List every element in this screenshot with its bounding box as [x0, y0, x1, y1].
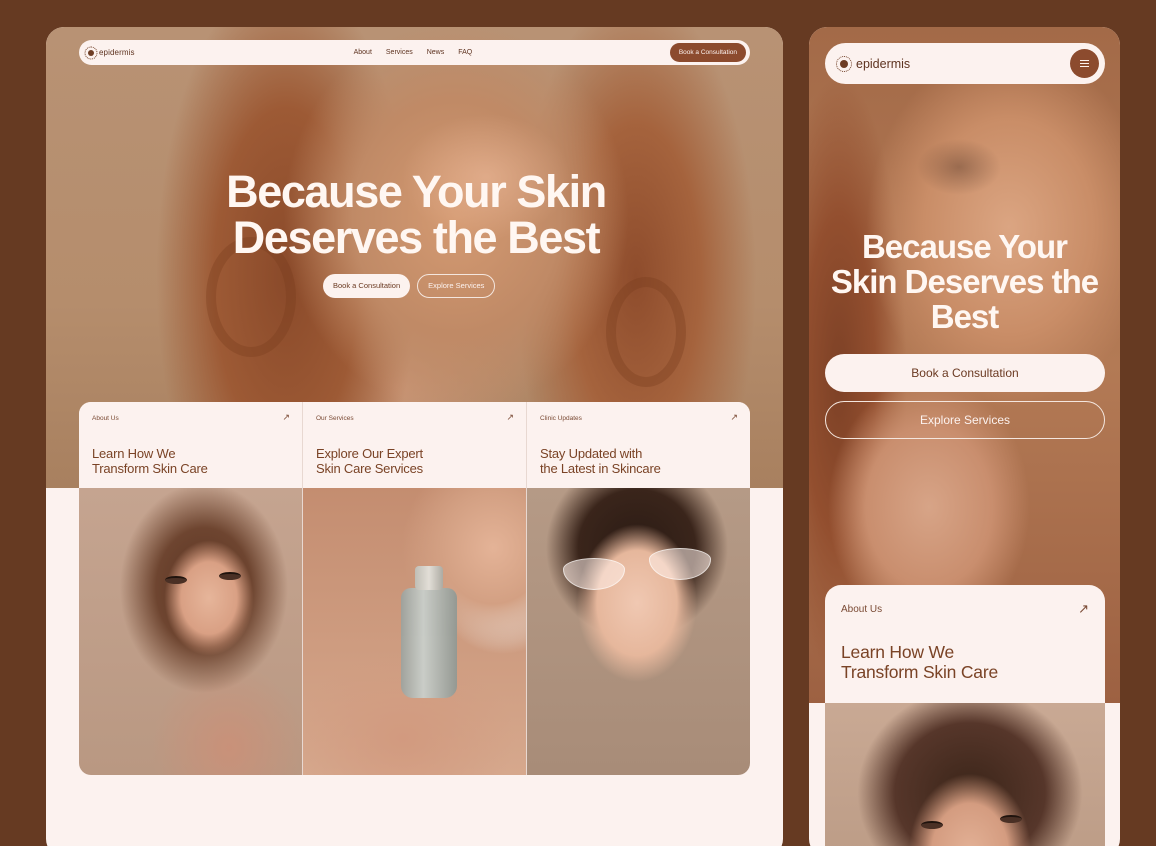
book-consultation-nav-button[interactable]: Book a Consultation — [669, 43, 746, 62]
book-consultation-button[interactable]: Book a Consultation — [323, 274, 411, 298]
card-title: Learn How We Transform Skin Care — [841, 642, 1081, 682]
card-photo — [79, 488, 302, 775]
nav-links: About Services News FAQ — [354, 49, 473, 56]
mobile-explore-services-button[interactable]: Explore Services — [825, 401, 1105, 439]
card-title-line-1: Stay Updated with — [540, 446, 643, 461]
nav-link-services[interactable]: Services — [386, 49, 413, 56]
hamburger-menu-icon — [1080, 63, 1089, 64]
card-clinic-updates[interactable]: Clinic Updates ↗ Stay Updated with the L… — [527, 402, 750, 775]
eye-detail — [219, 572, 241, 580]
card-photo — [825, 703, 1105, 846]
mobile-card-about-us[interactable]: About Us ↗ Learn How We Transform Skin C… — [825, 585, 1105, 846]
card-title-line-2: Skin Care Services — [316, 461, 423, 476]
card-title-line-1: Learn How We — [92, 446, 176, 461]
arrow-up-right-icon[interactable]: ↗ — [506, 412, 514, 423]
eye-detail — [165, 576, 187, 584]
arrow-up-right-icon[interactable]: ↗ — [1078, 601, 1089, 617]
mobile-book-consultation-button[interactable]: Book a Consultation — [825, 354, 1105, 392]
hair-decoration — [606, 277, 686, 387]
top-nav: epidermis About Services News FAQ Book a… — [79, 40, 750, 65]
brand-name: epidermis — [99, 48, 135, 57]
hero-title-line-1: Because Your Skin — [226, 166, 607, 217]
sun-logo-icon — [840, 59, 848, 68]
nav-link-about[interactable]: About — [354, 49, 372, 56]
card-photo — [303, 488, 526, 775]
serum-bottle — [401, 566, 457, 698]
card-title-line-1: Explore Our Expert — [316, 446, 423, 461]
card-label: About Us — [841, 604, 883, 615]
card-title: Learn How We Transform Skin Care — [92, 446, 272, 476]
eye-patch — [563, 558, 625, 590]
brand-name: epidermis — [856, 56, 911, 71]
eye-patch — [649, 548, 711, 580]
desktop-preview: epidermis About Services News FAQ Book a… — [46, 27, 783, 846]
mobile-hero-title: Because Your Skin Deserves the Best — [809, 229, 1120, 334]
arrow-up-right-icon[interactable]: ↗ — [730, 412, 738, 423]
feature-cards: About Us ↗ Learn How We Transform Skin C… — [79, 402, 750, 775]
hamburger-menu-icon — [1080, 60, 1089, 61]
card-title-line-2: the Latest in Skincare — [540, 461, 661, 476]
card-header: Our Services ↗ Explore Our Expert Skin C… — [303, 402, 526, 488]
card-our-services[interactable]: Our Services ↗ Explore Our Expert Skin C… — [303, 402, 527, 775]
hero-title-line-2: Deserves the Best — [232, 212, 601, 263]
card-title: Explore Our Expert Skin Care Services — [316, 446, 496, 476]
card-title-line-2: Transform Skin Care — [841, 662, 998, 682]
sun-logo-icon — [88, 49, 94, 56]
card-about-us[interactable]: About Us ↗ Learn How We Transform Skin C… — [79, 402, 303, 775]
hamburger-menu-icon — [1080, 66, 1089, 67]
brand-logo[interactable]: epidermis — [840, 57, 910, 71]
card-title-line-1: Learn How We — [841, 642, 955, 662]
card-header: Clinic Updates ↗ Stay Updated with the L… — [527, 402, 750, 488]
nav-link-news[interactable]: News — [427, 49, 445, 56]
arrow-up-right-icon[interactable]: ↗ — [282, 412, 290, 423]
mobile-hero-title-line-3: Best — [930, 298, 1000, 335]
hamburger-menu-button[interactable] — [1070, 49, 1099, 78]
explore-services-button[interactable]: Explore Services — [417, 274, 496, 298]
card-header: About Us ↗ Learn How We Transform Skin C… — [79, 402, 302, 488]
eye-detail — [921, 821, 943, 829]
eye-detail — [1000, 815, 1022, 823]
card-title: Stay Updated with the Latest in Skincare — [540, 446, 720, 476]
mobile-hero-title-line-1: Because Your — [861, 228, 1068, 265]
card-label: About Us — [92, 415, 119, 422]
mobile-top-nav: epidermis — [825, 43, 1105, 84]
card-label: Clinic Updates — [540, 415, 582, 422]
hero-buttons: Book a Consultation Explore Services — [323, 274, 496, 298]
card-photo — [527, 488, 750, 775]
brand-logo[interactable]: epidermis — [88, 48, 135, 57]
card-label: Our Services — [316, 415, 354, 422]
nav-link-faq[interactable]: FAQ — [458, 49, 472, 56]
card-title-line-2: Transform Skin Care — [92, 461, 208, 476]
mobile-preview: epidermis Because Your Skin Deserves the… — [809, 27, 1120, 846]
mobile-hero-title-line-2: Skin Deserves the — [830, 263, 1099, 300]
hero-title: Because Your Skin Deserves the Best — [46, 169, 783, 261]
